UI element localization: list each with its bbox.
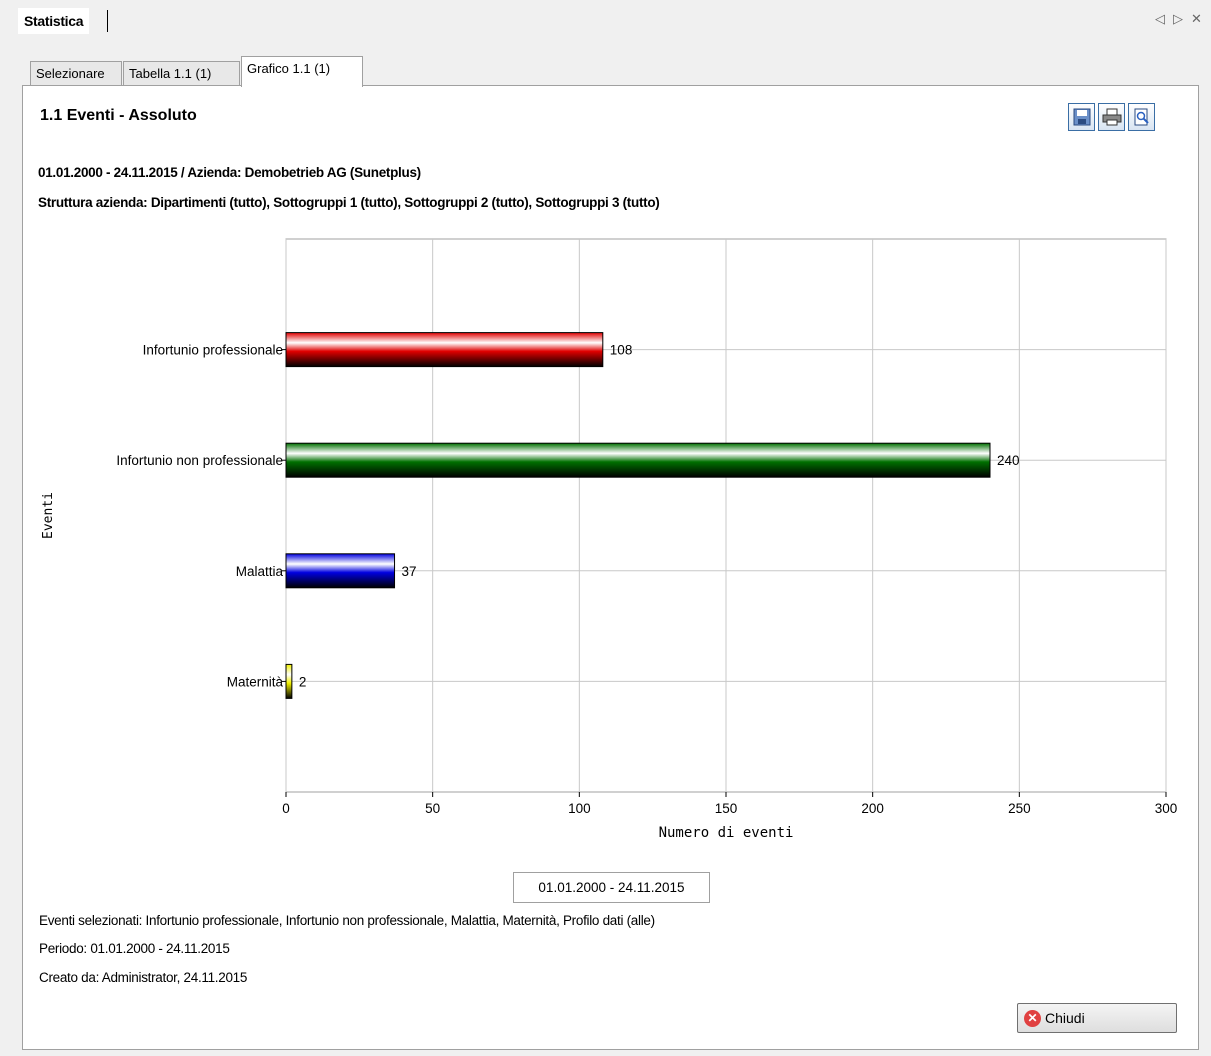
- report-panel: 1.1 Eventi - Assoluto 01.01.2000 - 24.11…: [22, 85, 1199, 1050]
- scroll-right-icon[interactable]: ▷: [1173, 10, 1183, 28]
- bar: [285, 663, 293, 699]
- close-button[interactable]: ✕ Chiudi: [1017, 1003, 1177, 1033]
- scroll-left-icon[interactable]: ◁: [1155, 10, 1165, 28]
- bar-chart: 0 50 100 150 200 250 300 Infortunio professiona…: [41, 238, 1178, 841]
- selected-events-text: Eventi selezionati: Infortunio professio…: [39, 913, 655, 928]
- x-axis-label: Numero di eventi: [659, 825, 794, 841]
- document-tab-statistica[interactable]: Statistica: [18, 8, 90, 34]
- y-axis-label: Eventi: [41, 492, 56, 539]
- tab-selezionare[interactable]: Selezionare: [30, 61, 122, 85]
- data-label: 108: [610, 343, 633, 358]
- x-tick-label: 200: [861, 801, 884, 816]
- tab-separator: [107, 10, 108, 32]
- x-tick-label: 150: [715, 801, 738, 816]
- data-label: 2: [299, 674, 307, 689]
- x-tick-label: 0: [282, 801, 290, 816]
- x-tick-label: 300: [1155, 801, 1178, 816]
- period-text: Periodo: 01.01.2000 - 24.11.2015: [39, 941, 230, 956]
- bar: [285, 553, 396, 589]
- close-icon: ✕: [1024, 1009, 1041, 1027]
- tab-tabella[interactable]: Tabella 1.1 (1): [123, 61, 240, 85]
- data-label: 240: [997, 453, 1020, 468]
- chart-legend-period: 01.01.2000 - 24.11.2015: [513, 872, 710, 903]
- y-tick-label: Malattia: [236, 564, 284, 579]
- x-tick-label: 250: [1008, 801, 1031, 816]
- created-by-text: Creato da: Administrator, 24.11.2015: [39, 970, 248, 985]
- data-label: 37: [402, 564, 417, 579]
- close-document-icon[interactable]: ✕: [1191, 10, 1202, 28]
- x-tick-label: 100: [568, 801, 591, 816]
- tab-grafico[interactable]: Grafico 1.1 (1): [241, 56, 363, 87]
- y-tick-label: Infortunio professionale: [143, 343, 283, 358]
- close-button-label: Chiudi: [1045, 1010, 1085, 1026]
- y-tick-label: Infortunio non professionale: [116, 453, 283, 468]
- bar: [285, 442, 991, 478]
- x-tick-label: 50: [425, 801, 440, 816]
- bar: [285, 332, 604, 368]
- y-tick-label: Maternità: [227, 674, 284, 689]
